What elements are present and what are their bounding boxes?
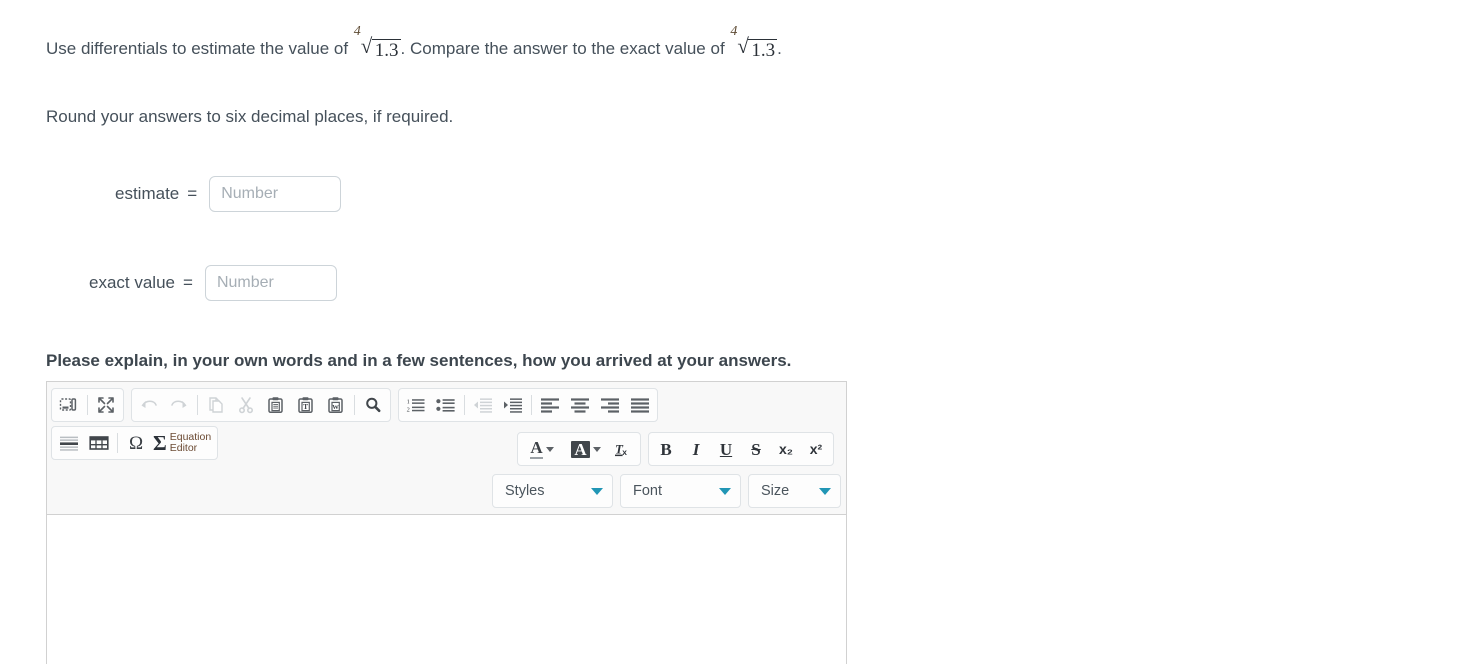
- superscript-icon[interactable]: x²: [801, 434, 831, 464]
- size-select[interactable]: Size: [748, 474, 841, 508]
- toolbar-separator: [354, 395, 355, 415]
- subscript-glyph: x₂: [778, 441, 793, 457]
- special-char-icon[interactable]: Ω: [121, 428, 151, 458]
- chevron-down-icon: [819, 487, 831, 495]
- paste-as-text-icon[interactable]: T: [291, 390, 321, 420]
- sigma-icon: Σ: [153, 430, 167, 455]
- svg-text:W: W: [332, 404, 339, 411]
- font-select-label: Font: [633, 483, 663, 499]
- estimate-answer-row: estimate =: [115, 176, 342, 212]
- toolbar-group-document: [51, 388, 124, 422]
- toolbar-group-color: A A T x: [517, 432, 641, 466]
- radical-index-2: 4: [730, 24, 738, 39]
- radical-index-1: 4: [353, 24, 361, 39]
- question-text-part-3: .: [777, 39, 782, 58]
- underline-icon[interactable]: U: [711, 434, 741, 464]
- numbered-list-icon[interactable]: 1 2: [401, 390, 431, 420]
- svg-text:T: T: [303, 402, 308, 411]
- italic-icon[interactable]: I: [681, 434, 711, 464]
- exact-value-label: exact value: [89, 273, 175, 292]
- align-center-icon[interactable]: [565, 390, 595, 420]
- rounding-instruction: Round your answers to six decimal places…: [46, 107, 454, 126]
- toolbar-separator: [464, 395, 465, 415]
- toolbar-group-clipboard: T W: [131, 388, 391, 422]
- copy-icon[interactable]: [201, 390, 231, 420]
- estimate-label: estimate: [115, 184, 180, 203]
- redo-icon[interactable]: [164, 390, 194, 420]
- toolbar-selects: Styles Font Size: [485, 474, 841, 508]
- svg-text:2: 2: [407, 406, 410, 413]
- exact-value-answer-row: exact value =: [89, 265, 337, 301]
- subscript-icon[interactable]: x₂: [771, 434, 801, 464]
- text-color-glyph: A: [530, 438, 543, 459]
- horizontal-rule-icon[interactable]: [54, 428, 84, 458]
- question-text-part-1: Use differentials to estimate the value …: [46, 39, 353, 58]
- estimate-equals-sign: =: [187, 184, 198, 203]
- align-left-icon[interactable]: [535, 390, 565, 420]
- estimate-input[interactable]: [209, 176, 342, 212]
- strikethrough-icon[interactable]: S: [741, 434, 771, 464]
- toolbar-separator: [87, 395, 88, 415]
- equation-editor-label: Equation Editor: [169, 430, 212, 454]
- equation-editor-button[interactable]: Σ Equation Editor: [151, 428, 215, 458]
- undo-icon[interactable]: [134, 390, 164, 420]
- styles-select[interactable]: Styles: [492, 474, 613, 508]
- exact-value-equals-sign: =: [183, 273, 193, 292]
- remove-format-icon[interactable]: T x: [608, 434, 638, 464]
- italic-glyph: I: [692, 439, 700, 459]
- paste-icon[interactable]: [261, 390, 291, 420]
- radical-sign-2: √: [737, 34, 749, 58]
- radical-sign-1: √: [360, 34, 373, 58]
- strikethrough-glyph: S: [751, 439, 761, 459]
- outdent-icon[interactable]: [468, 390, 498, 420]
- rich-text-editor: T W 1 2 Ω Σ Equation Editor A A T x B I …: [46, 381, 847, 664]
- superscript-glyph: x²: [809, 441, 823, 457]
- text-color-icon[interactable]: A: [520, 434, 564, 464]
- editor-content-area[interactable]: [47, 515, 846, 664]
- bulleted-list-icon[interactable]: [431, 390, 461, 420]
- justify-icon[interactable]: [625, 390, 655, 420]
- paste-from-word-icon[interactable]: W: [321, 390, 351, 420]
- question-page: Use differentials to estimate the value …: [0, 0, 1468, 664]
- underline-glyph: U: [719, 439, 733, 459]
- editor-toolbar: T W 1 2 Ω Σ Equation Editor A A T x B I …: [47, 382, 846, 515]
- chevron-down-icon: [592, 446, 601, 452]
- toolbar-row-1: T W 1 2: [51, 388, 842, 422]
- explain-prompt: Please explain, in your own words and in…: [46, 351, 792, 370]
- toolbar-separator: [197, 395, 198, 415]
- chevron-down-icon: [591, 487, 603, 495]
- find-icon[interactable]: [358, 390, 388, 420]
- maximize-icon[interactable]: [91, 390, 121, 420]
- bold-icon[interactable]: B: [651, 434, 681, 464]
- size-select-label: Size: [761, 483, 790, 499]
- exact-value-input[interactable]: [204, 265, 337, 301]
- source-icon[interactable]: [54, 390, 84, 420]
- fourth-root-expression-2: 4 √ 1.3: [729, 24, 778, 63]
- background-color-icon[interactable]: A: [564, 434, 608, 464]
- question-text-part-2: . Compare the answer to the exact value …: [400, 39, 730, 58]
- toolbar-group-basic-styles: B I U S x₂ x²: [648, 432, 834, 466]
- indent-icon[interactable]: [498, 390, 528, 420]
- toolbar-group-insert: Ω Σ Equation Editor: [51, 426, 219, 460]
- radicand-1: 1.3: [371, 39, 401, 62]
- align-right-icon[interactable]: [595, 390, 625, 420]
- question-line-1: Use differentials to estimate the value …: [46, 24, 782, 63]
- omega-glyph: Ω: [128, 432, 144, 454]
- svg-text:1: 1: [407, 399, 410, 406]
- table-icon[interactable]: [84, 428, 114, 458]
- radicand-2: 1.3: [748, 39, 778, 62]
- chevron-down-icon: [545, 446, 554, 452]
- fourth-root-expression-1: 4 √ 1.3: [353, 24, 401, 63]
- background-color-glyph: A: [571, 440, 590, 458]
- font-select[interactable]: Font: [620, 474, 741, 508]
- cut-icon[interactable]: [231, 390, 261, 420]
- bold-glyph: B: [660, 439, 672, 459]
- toolbar-separator: [531, 395, 532, 415]
- toolbar-group-paragraph: 1 2: [398, 388, 658, 422]
- toolbar-formatting-groups: A A T x B I U S x₂ x²: [517, 432, 841, 466]
- toolbar-separator: [117, 433, 118, 453]
- chevron-down-icon: [719, 487, 731, 495]
- styles-select-label: Styles: [505, 483, 545, 499]
- svg-text:x: x: [622, 447, 627, 457]
